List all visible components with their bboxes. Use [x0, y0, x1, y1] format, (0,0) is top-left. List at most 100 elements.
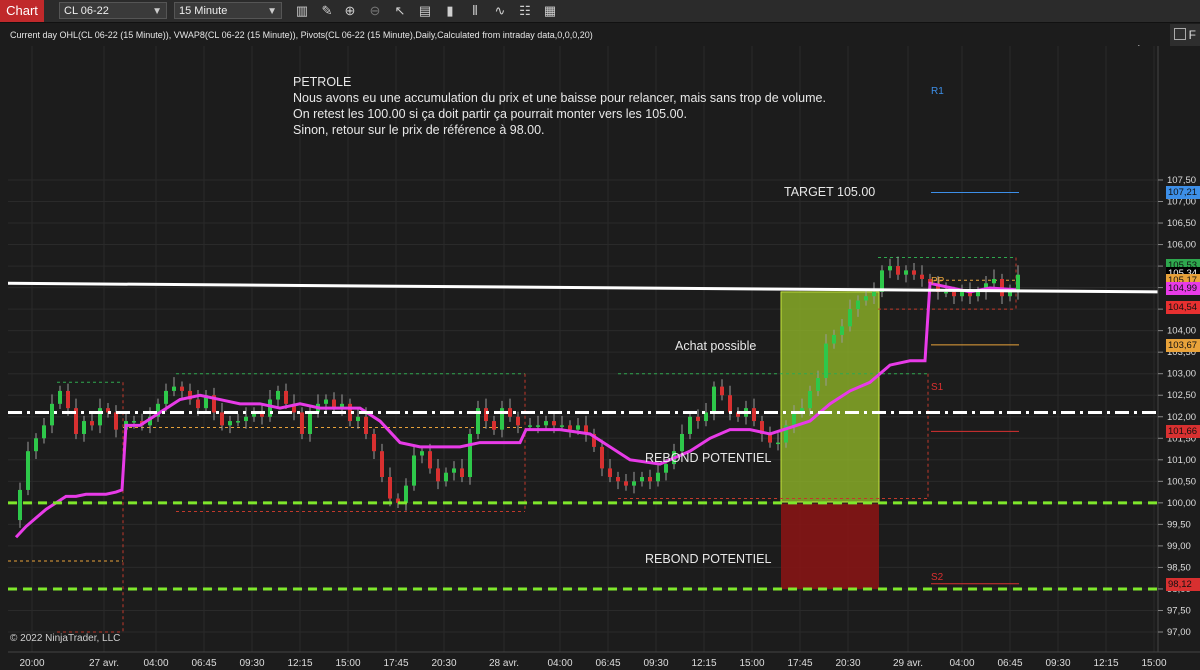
time-tick-label: 15:00 [1141, 658, 1166, 669]
candle-up [656, 472, 660, 482]
copyright: © 2022 NinjaTrader, LLC [10, 633, 121, 644]
time-tick-label: 29 avr. [893, 658, 923, 669]
time-tick-label: 28 avr. [489, 658, 519, 669]
candle-up [164, 390, 168, 404]
candle-down [568, 425, 572, 430]
candle-up [688, 416, 692, 434]
price-tick-label: 107,50 [1167, 175, 1196, 186]
price-tick-label: 100,00 [1167, 498, 1196, 509]
candle-up [560, 425, 564, 427]
candle-up [576, 425, 580, 430]
time-tick-label: 06:45 [191, 658, 216, 669]
candle-down [388, 477, 392, 499]
time-tick-label: 04:00 [547, 658, 572, 669]
achat-label: Achat possible [675, 339, 757, 353]
price-label: 98,12 [1166, 577, 1200, 591]
candle-down [284, 390, 288, 404]
candle-up [172, 386, 176, 391]
candle-up [324, 399, 328, 404]
candle-down [952, 291, 956, 297]
candle-up [356, 416, 360, 422]
note-line-1: Nous avons eu une accumulation du prix e… [293, 91, 826, 105]
candle-down [220, 412, 224, 426]
candle-down [484, 408, 488, 422]
candle-up [824, 343, 828, 379]
candle-down [552, 421, 556, 426]
candle-down [300, 412, 304, 434]
time-tick-label: 06:45 [595, 658, 620, 669]
candle-up [308, 412, 312, 434]
red-zone [781, 503, 879, 589]
candle-up [872, 291, 876, 297]
candle-up [992, 278, 996, 284]
time-tick-label: 27 avr. [89, 658, 119, 669]
price-tick-label: 101,00 [1167, 455, 1196, 466]
candle-down [90, 421, 94, 426]
time-tick-label: 20:30 [431, 658, 456, 669]
candle-down [364, 416, 368, 434]
candle-up [132, 421, 136, 423]
green-target-zone [780, 291, 880, 503]
candle-down [492, 421, 496, 430]
candle-up [792, 412, 796, 426]
target-label: TARGET 105.00 [784, 185, 876, 199]
candle-down [508, 408, 512, 417]
time-tick-label: 20:00 [19, 658, 44, 669]
candle-up [904, 270, 908, 275]
candle-up [50, 403, 54, 426]
candle-down [920, 274, 924, 279]
candle-down [648, 477, 652, 482]
candle-down [180, 386, 184, 391]
candle-up [26, 451, 30, 490]
time-tick-label: 17:45 [383, 658, 408, 669]
price-tick-label: 99,00 [1167, 541, 1191, 552]
candle-up [664, 464, 668, 473]
candle-down [516, 416, 520, 426]
candle-up [840, 326, 844, 335]
candle-up [712, 386, 716, 413]
candle-up [42, 425, 46, 439]
candle-up [856, 300, 860, 310]
price-tick-label: 97,00 [1167, 627, 1191, 638]
candle-down [608, 468, 612, 478]
candle-up [412, 455, 416, 486]
candle-down [372, 433, 376, 452]
price-tick-label: 97,50 [1167, 605, 1191, 616]
candle-up [776, 442, 780, 445]
candle-up [832, 334, 836, 344]
candle-down [380, 451, 384, 478]
time-tick-label: 15:00 [739, 658, 764, 669]
pivot-pp-label: PP [931, 276, 945, 287]
price-label: 101,66 [1166, 425, 1200, 439]
candle-up [848, 309, 852, 327]
candle-down [728, 395, 732, 413]
note-line-3: Sinon, retour sur le prix de référence à… [293, 123, 545, 137]
candle-up [640, 477, 644, 482]
candle-up [82, 421, 86, 434]
candle-down [460, 468, 464, 478]
candle-down [66, 390, 70, 409]
time-tick-label: 20:30 [835, 658, 860, 669]
candle-up [34, 438, 38, 452]
note-line-2: On retest les 100.00 si ça doit partir ç… [293, 107, 687, 121]
candle-up [468, 433, 472, 478]
candle-up [944, 291, 948, 294]
price-tick-label: 98,50 [1167, 562, 1191, 573]
time-tick-label: 04:00 [143, 658, 168, 669]
price-tick-label: 106,50 [1167, 218, 1196, 229]
time-tick-label: 04:00 [949, 658, 974, 669]
note-title: PETROLE [293, 75, 352, 89]
candle-down [720, 386, 724, 396]
rebond-label-1: REBOND POTENTIEL [645, 451, 772, 465]
candle-down [428, 451, 432, 469]
candle-up [236, 421, 240, 423]
price-label: 103,67 [1166, 338, 1200, 352]
candle-down [196, 399, 200, 409]
pivot-s1-label: S1 [931, 382, 944, 393]
candle-up [244, 416, 248, 422]
candle-up [528, 425, 532, 427]
candle-up [420, 451, 424, 456]
candle-down [624, 481, 628, 486]
candle-down [436, 468, 440, 482]
time-tick-label: 12:15 [1093, 658, 1118, 669]
